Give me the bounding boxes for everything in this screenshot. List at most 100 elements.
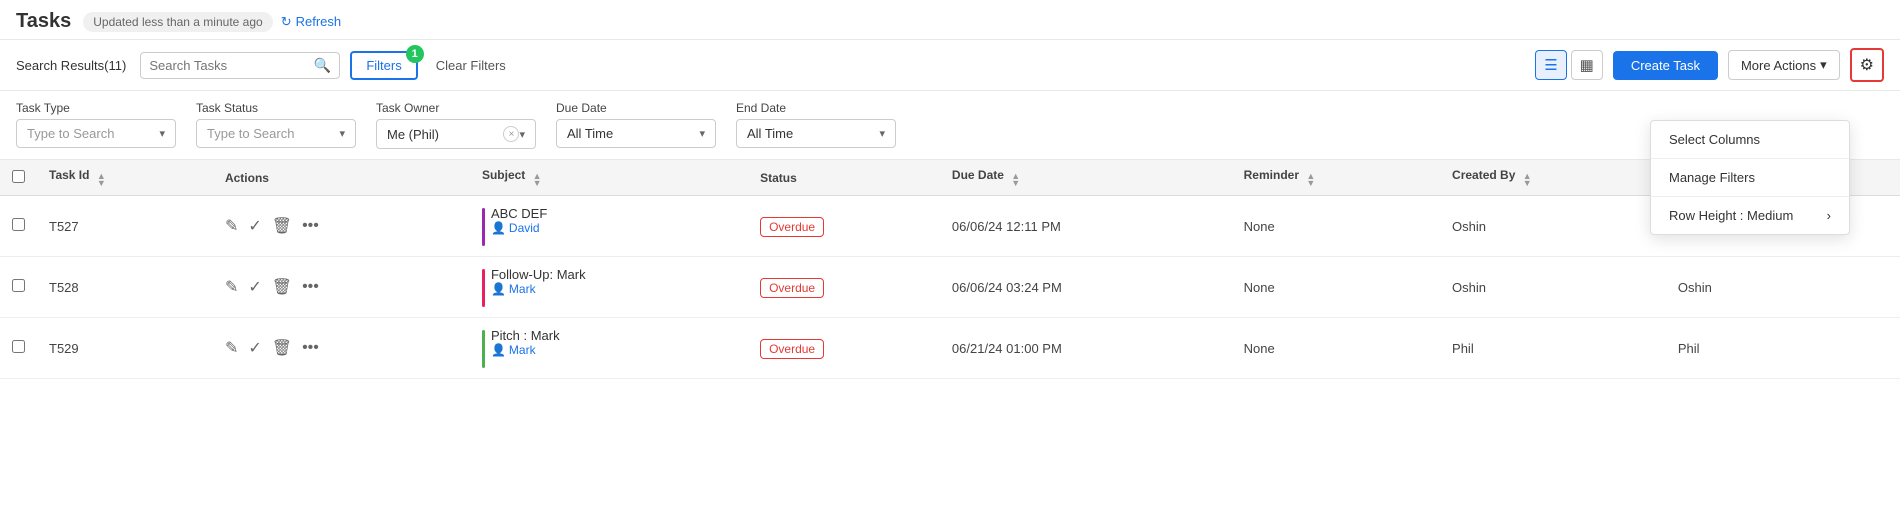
due-date-filter: Due Date All Time ▾ xyxy=(556,101,716,148)
row-subject: Pitch : Mark 👤Mark xyxy=(470,318,748,379)
end-date-select[interactable]: All Time ▾ xyxy=(736,119,896,148)
status-badge: Overdue xyxy=(760,339,824,359)
col-subject[interactable]: Subject ▲▼ xyxy=(470,160,748,196)
task-owner-clear-icon[interactable]: × xyxy=(503,126,519,142)
task-type-select[interactable]: Type to Search ▾ xyxy=(16,119,176,148)
task-type-filter: Task Type Type to Search ▾ xyxy=(16,101,176,148)
row-checkbox-cell[interactable] xyxy=(0,257,37,318)
row-task-owner: Oshin xyxy=(1666,257,1900,318)
complete-icon[interactable]: ✓ xyxy=(248,216,261,236)
settings-button[interactable]: ⚙ xyxy=(1850,48,1884,82)
row-due-date: 06/06/24 12:11 PM xyxy=(940,196,1232,257)
select-all-header[interactable] xyxy=(0,160,37,196)
filter-count-badge: 1 xyxy=(406,45,424,63)
edit-icon[interactable]: ✎ xyxy=(225,216,238,236)
task-owner-inner: Me (Phil) xyxy=(387,127,503,142)
subject-contact[interactable]: 👤Mark xyxy=(491,282,586,296)
table-row: T528 ✎ ✓ 🗑 ••• Follow-Up: Mark 👤Mark xyxy=(0,257,1900,318)
task-owner-value: Me (Phil) xyxy=(387,127,439,142)
select-columns-label: Select Columns xyxy=(1669,132,1760,147)
row-checkbox-cell[interactable] xyxy=(0,318,37,379)
subject-sort: ▲▼ xyxy=(533,173,542,187)
row-checkbox-cell[interactable] xyxy=(0,196,37,257)
created-by-sort: ▲▼ xyxy=(1523,173,1532,187)
task-type-label: Task Type xyxy=(16,101,176,115)
list-view-button[interactable]: ☰ xyxy=(1535,50,1566,80)
due-date-chevron: ▾ xyxy=(699,127,705,140)
end-date-chevron: ▾ xyxy=(879,127,885,140)
task-owner-select[interactable]: Me (Phil) × ▾ xyxy=(376,119,536,149)
col-created-by[interactable]: Created By ▲▼ xyxy=(1440,160,1666,196)
subject-color-bar xyxy=(482,330,485,368)
filters-button[interactable]: Filters 1 xyxy=(350,51,417,80)
subject-contact[interactable]: 👤David xyxy=(491,221,547,235)
row-checkbox[interactable] xyxy=(12,218,25,231)
more-icon[interactable]: ••• xyxy=(302,278,319,296)
contact-icon: 👤 xyxy=(491,221,506,235)
more-actions-label: More Actions xyxy=(1741,58,1816,73)
task-type-chevron: ▾ xyxy=(159,127,165,140)
due-date-select[interactable]: All Time ▾ xyxy=(556,119,716,148)
row-task-id: T527 xyxy=(37,196,213,257)
subject-contact[interactable]: 👤Mark xyxy=(491,343,560,357)
col-task-id[interactable]: Task Id ▲▼ xyxy=(37,160,213,196)
row-status: Overdue xyxy=(748,196,940,257)
more-actions-button[interactable]: More Actions ▾ xyxy=(1728,50,1840,80)
complete-icon[interactable]: ✓ xyxy=(248,338,261,358)
more-icon[interactable]: ••• xyxy=(302,217,319,235)
task-status-filter: Task Status Type to Search ▾ xyxy=(196,101,356,148)
delete-icon[interactable]: 🗑 xyxy=(272,277,292,297)
end-date-label: End Date xyxy=(736,101,896,115)
select-all-checkbox[interactable] xyxy=(12,170,25,183)
delete-icon[interactable]: 🗑 xyxy=(272,338,292,358)
contact-icon: 👤 xyxy=(491,343,506,357)
dropdown-manage-filters[interactable]: Manage Filters xyxy=(1651,159,1849,196)
subject-text: ABC DEF xyxy=(491,206,547,221)
due-date-sort: ▲▼ xyxy=(1011,173,1020,187)
task-status-label: Task Status xyxy=(196,101,356,115)
search-box[interactable]: 🔍 xyxy=(140,52,340,79)
table-header-row: Task Id ▲▼ Actions Subject ▲▼ Status Due… xyxy=(0,160,1900,196)
update-badge: Updated less than a minute ago xyxy=(83,12,272,32)
due-date-value: All Time xyxy=(567,126,613,141)
row-task-owner: Phil xyxy=(1666,318,1900,379)
refresh-label: Refresh xyxy=(296,14,342,29)
filters-row: Task Type Type to Search ▾ Task Status T… xyxy=(0,91,1900,160)
row-reminder: None xyxy=(1232,257,1440,318)
calendar-view-button[interactable]: ▦ xyxy=(1571,50,1603,80)
row-subject: ABC DEF 👤David xyxy=(470,196,748,257)
row-reminder: None xyxy=(1232,196,1440,257)
dropdown-row-height[interactable]: Row Height : Medium › xyxy=(1651,197,1849,234)
refresh-button[interactable]: ↻ Refresh xyxy=(281,14,341,30)
dropdown-select-columns[interactable]: Select Columns xyxy=(1651,121,1849,158)
edit-icon[interactable]: ✎ xyxy=(225,338,238,358)
create-task-button[interactable]: Create Task xyxy=(1613,51,1718,80)
status-badge: Overdue xyxy=(760,278,824,298)
refresh-icon: ↻ xyxy=(281,14,292,30)
row-checkbox[interactable] xyxy=(12,279,25,292)
clear-filters-button[interactable]: Clear Filters xyxy=(428,53,514,78)
col-reminder[interactable]: Reminder ▲▼ xyxy=(1232,160,1440,196)
task-owner-label: Task Owner xyxy=(376,101,536,115)
task-id-sort: ▲▼ xyxy=(97,173,106,187)
more-actions-chevron: ▾ xyxy=(1820,57,1827,73)
layout-buttons: ☰ ▦ xyxy=(1535,50,1603,80)
row-checkbox[interactable] xyxy=(12,340,25,353)
task-table: Task Id ▲▼ Actions Subject ▲▼ Status Due… xyxy=(0,160,1900,379)
complete-icon[interactable]: ✓ xyxy=(248,277,261,297)
search-input[interactable] xyxy=(149,58,314,73)
end-date-value: All Time xyxy=(747,126,793,141)
task-status-select[interactable]: Type to Search ▾ xyxy=(196,119,356,148)
edit-icon[interactable]: ✎ xyxy=(225,277,238,297)
delete-icon[interactable]: 🗑 xyxy=(272,216,292,236)
calendar-icon: ▦ xyxy=(1580,57,1594,74)
row-reminder: None xyxy=(1232,318,1440,379)
contact-icon: 👤 xyxy=(491,282,506,296)
search-icon: 🔍 xyxy=(314,57,331,74)
table-row: T527 ✎ ✓ 🗑 ••• ABC DEF 👤David Overdu xyxy=(0,196,1900,257)
row-subject: Follow-Up: Mark 👤Mark xyxy=(470,257,748,318)
settings-dropdown-menu: Select Columns Manage Filters Row Height… xyxy=(1650,120,1850,235)
col-due-date[interactable]: Due Date ▲▼ xyxy=(940,160,1232,196)
more-icon[interactable]: ••• xyxy=(302,339,319,357)
row-task-id: T529 xyxy=(37,318,213,379)
